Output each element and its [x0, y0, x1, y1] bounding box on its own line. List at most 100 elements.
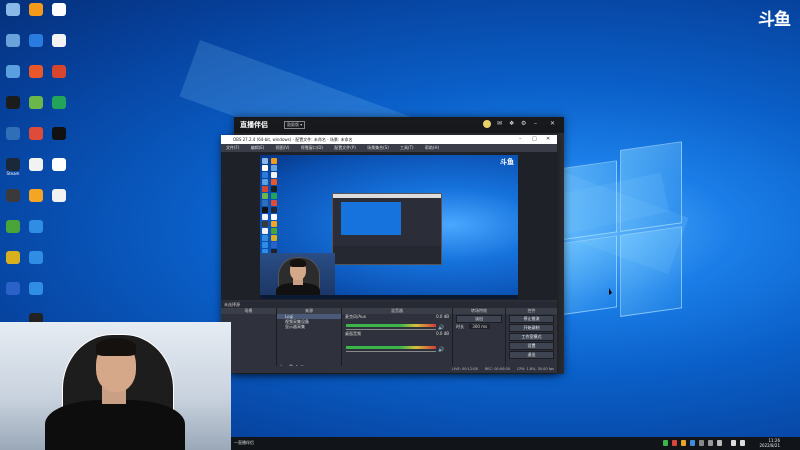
desktop-icon[interactable]	[48, 3, 70, 33]
preview-icon	[262, 172, 268, 178]
tray-icon[interactable]	[672, 440, 677, 446]
obs-statusbar: LIVE: 00:12:08 REC: 00:00:00 CPU: 1.8%, …	[221, 366, 557, 373]
desktop-icon[interactable]	[2, 282, 24, 312]
desktop-icon[interactable]	[48, 96, 70, 126]
duration-input[interactable]: 300 ms	[469, 324, 491, 329]
desktop-icon[interactable]	[25, 34, 47, 64]
desktop-icon[interactable]	[48, 189, 70, 219]
desktop-icon[interactable]	[48, 158, 70, 188]
desktop-icon[interactable]	[25, 251, 47, 281]
taskbar-app-label[interactable]: 一直播伴侣	[234, 440, 254, 446]
maximize-icon[interactable]: □	[532, 135, 537, 144]
desktop-icon[interactable]	[48, 65, 70, 95]
desktop-icon[interactable]	[2, 220, 24, 250]
desktop-icon[interactable]	[25, 158, 47, 188]
obs-preview-area[interactable]: 斗鱼	[221, 152, 557, 300]
obs-preview-canvas[interactable]: 斗鱼	[260, 155, 518, 299]
mic-speaker-icon[interactable]: 🔊	[438, 325, 444, 331]
menu-profile[interactable]: 配置文件(P)	[334, 145, 356, 150]
preview-icon	[271, 221, 277, 227]
preview-icon	[262, 214, 268, 220]
taskbar-clock[interactable]: 11:26 2022/8/21	[759, 438, 780, 448]
menu-docks[interactable]: 停靠窗口(D)	[301, 145, 323, 150]
preview-icon	[271, 165, 277, 171]
duration-row: 时长 300 ms	[453, 324, 505, 329]
desktop-icon[interactable]	[25, 189, 47, 219]
menu-tools[interactable]: 工具(T)	[400, 145, 414, 150]
volume-icon[interactable]	[740, 440, 745, 446]
audio-mixer-panel: 混音器 麦克风/Aux 0.0 dB 🔊 桌面音频 0.0 dB 🔊	[342, 308, 453, 372]
app-icon	[52, 96, 66, 109]
desktop-icon[interactable]	[2, 3, 24, 33]
close-icon[interactable]: ✕	[550, 120, 555, 127]
studio-mode-button[interactable]: 工作室模式	[509, 333, 554, 341]
preview-icon	[262, 235, 268, 241]
menu-view[interactable]: 视图(V)	[276, 145, 290, 150]
stop-streaming-button[interactable]: 停止推流	[509, 315, 554, 323]
app-icon	[6, 96, 20, 109]
exit-button[interactable]: 退出	[509, 351, 554, 359]
desktop-icon[interactable]	[25, 96, 47, 126]
minimize-icon[interactable]: –	[534, 120, 537, 127]
transitions-panel: 转场特效 淡出 时长 300 ms	[453, 308, 506, 372]
app-icon	[52, 34, 66, 47]
desktop-icon[interactable]	[25, 127, 47, 157]
desktop-icon[interactable]: Steam	[2, 158, 24, 188]
app-icon	[29, 158, 43, 171]
douyu-watermark: 斗鱼	[758, 10, 791, 30]
desktop-icon[interactable]	[25, 65, 47, 95]
webcam-overlay	[0, 322, 231, 450]
rec-time: REC: 00:00:00	[484, 367, 510, 371]
menu-edit[interactable]: 编辑(E)	[251, 145, 265, 150]
version-dropdown[interactable]: 鼓励版 ▾	[284, 121, 306, 129]
desktop-icon[interactable]	[2, 96, 24, 126]
nested-obs-window	[332, 193, 442, 265]
preview-icon	[271, 207, 277, 213]
close-icon[interactable]: ✕	[546, 135, 550, 144]
desktop-icon[interactable]	[2, 127, 24, 157]
preview-icon	[271, 179, 277, 185]
desktop-icon[interactable]	[48, 34, 70, 64]
preview-icon	[262, 207, 268, 213]
transition-type-select[interactable]: 淡出	[456, 315, 502, 323]
settings-button[interactable]: 设置	[509, 342, 554, 350]
menu-scene-collection[interactable]: 场景集合(S)	[367, 145, 389, 150]
obs-titlebar: OBS 27.2.4 (64-bit, windows) - 配置文件: 未命名…	[221, 135, 557, 144]
tray-icon[interactable]	[663, 440, 668, 446]
avatar-icon[interactable]	[483, 120, 491, 128]
desktop-icon[interactable]	[2, 189, 24, 219]
message-icon[interactable]: ✉	[497, 120, 502, 127]
live-time: LIVE: 00:12:08	[452, 367, 478, 371]
app-icon	[6, 251, 20, 264]
desktop-icon[interactable]	[2, 251, 24, 281]
menu-file[interactable]: 文件(F)	[226, 145, 239, 150]
menu-help[interactable]: 帮助(H)	[425, 145, 439, 150]
desktop-icon[interactable]	[25, 282, 47, 312]
tray-icon[interactable]	[681, 440, 686, 446]
desktop-volume-slider[interactable]	[346, 351, 436, 352]
wifi-icon[interactable]	[731, 440, 736, 446]
app-icon	[29, 65, 43, 78]
settings-icon[interactable]: ⚙	[521, 120, 526, 127]
tray-icon[interactable]	[699, 440, 704, 446]
app-icon	[52, 189, 66, 202]
gift-icon[interactable]: ❖	[509, 120, 514, 127]
tray-icon[interactable]	[717, 440, 722, 446]
minimize-icon[interactable]: –	[519, 135, 522, 144]
start-recording-button[interactable]: 开始录制	[509, 324, 554, 332]
desktop-icon[interactable]	[48, 127, 70, 157]
desktop-icon[interactable]	[2, 65, 24, 95]
app-icon	[52, 127, 66, 140]
desktop-icon[interactable]	[2, 34, 24, 64]
desktop-icon[interactable]	[25, 220, 47, 250]
preview-icon	[271, 242, 277, 248]
source-item[interactable]: 显示器采集	[277, 324, 341, 329]
tray-icon[interactable]	[690, 440, 695, 446]
obs-menubar: 文件(F) 编辑(E) 视图(V) 停靠窗口(D) 配置文件(P) 场景集合(S…	[221, 144, 557, 152]
desktop-icon[interactable]	[25, 3, 47, 33]
desktop-speaker-icon[interactable]: 🔊	[438, 347, 444, 353]
mic-volume-slider[interactable]	[346, 329, 436, 330]
preview-icon	[262, 186, 268, 192]
app-icon	[29, 96, 43, 109]
tray-icon[interactable]	[708, 440, 713, 446]
